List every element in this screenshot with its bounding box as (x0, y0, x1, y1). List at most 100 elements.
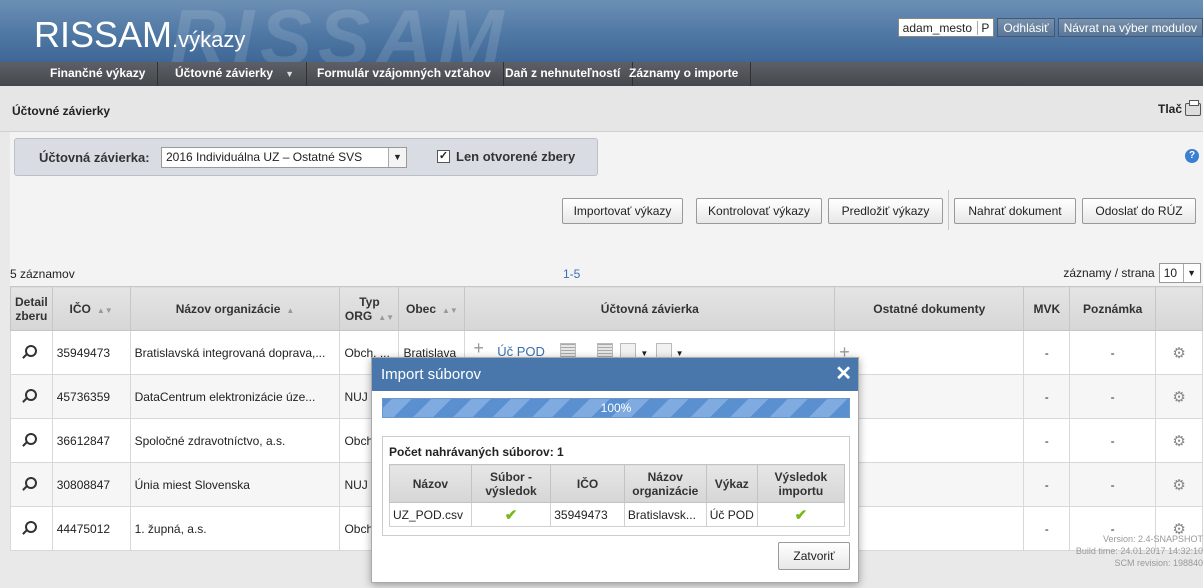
tab-label: Finančné výkazy (50, 66, 146, 80)
chevron-down-icon[interactable]: ▼ (388, 148, 406, 167)
col-mvk: MVK (1023, 286, 1071, 331)
tab-formular-vztahov[interactable]: Formulár vzájomných vzťahov (305, 62, 504, 86)
chevron-down-icon[interactable]: ▼ (285, 63, 294, 85)
uz-select[interactable]: 2016 Individuálna UZ – Ostatné SVS ▼ (161, 147, 407, 168)
col-import-result: Výsledok importu (756, 464, 846, 503)
import-button[interactable]: Importovať výkazy (562, 198, 683, 224)
checkmark-icon: ✔ (504, 506, 518, 524)
open-only-checkbox[interactable]: ✓ Len otvorené zbery (437, 149, 575, 164)
ico-cell: 44475012 (51, 506, 131, 551)
tab-label: Záznamy o importe (629, 66, 739, 80)
upload-document-button[interactable]: Nahrať dokument (954, 198, 1076, 224)
col-type[interactable]: Typ ORG ▲▼ (339, 286, 400, 331)
col-other-docs: Ostatné dokumenty (834, 286, 1025, 331)
col-file-name: Názov (389, 464, 472, 503)
ico-cell: 35949473 (51, 330, 131, 375)
org-name-cell: Bratislavsk... (623, 502, 707, 527)
ico-cell: 45736359 (51, 374, 131, 419)
sort-icon[interactable]: ▲▼ (378, 313, 394, 322)
user-area: adam_mesto P Odhlásiť Návrat na výber mo… (897, 18, 1203, 37)
other-docs-cell: + (834, 418, 1025, 463)
print-button[interactable]: Tlač (1158, 99, 1201, 116)
ico-cell: 30808847 (51, 462, 131, 507)
detail-cell[interactable] (10, 330, 53, 375)
name-cell: Bratislavská integrovaná doprava,... (129, 330, 341, 375)
scm-revision-line: SCM revision: 198840 (1114, 558, 1203, 568)
gear-icon[interactable]: ⚙ (1172, 389, 1185, 406)
sort-asc-icon[interactable]: ▲ (286, 306, 294, 315)
col-type-label: Typ ORG (344, 294, 380, 323)
filter-bar: Účtovná závierka: 2016 Individuálna UZ –… (14, 138, 598, 176)
tab-zaznamy-o-importe[interactable]: Záznamy o importe (617, 62, 752, 86)
actions-cell[interactable]: ⚙ (1155, 330, 1203, 375)
gear-icon[interactable]: ⚙ (1172, 477, 1185, 494)
import-results-box: Počet nahrávaných súborov: 1 Názov Súbor… (382, 436, 850, 536)
tab-financne-vykazy[interactable]: Finančné výkazy (38, 62, 159, 86)
actions-cell[interactable]: ⚙ (1155, 462, 1203, 507)
col-report: Výkaz (705, 464, 758, 503)
per-page-label: záznamy / strana (1063, 266, 1155, 280)
search-icon[interactable] (25, 433, 38, 445)
gear-icon[interactable]: ⚙ (1172, 345, 1185, 362)
actions-cell[interactable]: ⚙ (1155, 418, 1203, 463)
checkbox-icon[interactable]: ✓ (437, 150, 450, 163)
dialog-title: Import súborov (381, 366, 482, 383)
logo-main: RISSAM (34, 14, 173, 55)
record-count: 5 záznamov (10, 267, 75, 281)
gear-icon[interactable]: ⚙ (1172, 433, 1185, 450)
table-row: UZ_POD.csv ✔ 35949473 Bratislavsk... Úč … (389, 502, 846, 527)
col-city-label: Obec (406, 301, 437, 316)
actions-cell[interactable]: ⚙ (1155, 374, 1203, 419)
tab-label: Účtovné závierky (175, 66, 274, 80)
checkbox-label: Len otvorené zbery (456, 149, 576, 164)
progress-label: 100% (600, 401, 632, 415)
tab-dan-z-nehnutelnosti[interactable]: Daň z nehnuteľností (493, 62, 634, 86)
chevron-down-icon[interactable]: ▼ (1183, 264, 1196, 282)
search-icon[interactable] (25, 477, 38, 489)
pagination[interactable]: 1-5 (563, 267, 580, 281)
mvk-cell: - (1023, 506, 1071, 551)
note-cell: - (1069, 374, 1157, 419)
logout-button[interactable]: Odhlásiť (997, 18, 1055, 37)
listing-bar: 5 záznamov 1-5 záznamy / strana 10 ▼ (10, 262, 1203, 286)
sort-icon[interactable]: ▲▼ (97, 306, 113, 315)
mvk-cell: - (1023, 330, 1071, 375)
detail-cell[interactable] (10, 418, 53, 463)
col-file-result: Súbor - výsledok (470, 464, 552, 503)
detail-cell[interactable] (10, 506, 53, 551)
note-cell: - (1069, 462, 1157, 507)
send-to-ruz-button[interactable]: Odoslať do RÚZ (1082, 198, 1196, 224)
name-cell: Únia miest Slovenska (129, 462, 341, 507)
sort-icon[interactable]: ▲▼ (442, 306, 458, 315)
col-city[interactable]: Obec ▲▼ (398, 286, 466, 331)
name-cell: Spoločné zdravotníctvo, a.s. (129, 418, 341, 463)
col-name[interactable]: Názov organizácie ▲ (129, 286, 341, 331)
detail-cell[interactable] (10, 462, 53, 507)
search-icon[interactable] (25, 345, 38, 357)
close-dialog-button[interactable]: Zatvoriť (778, 542, 850, 570)
username: adam_mesto (902, 21, 973, 35)
other-docs-cell: + (834, 374, 1025, 419)
uz-select-value: 2016 Individuálna UZ – Ostatné SVS (166, 150, 363, 164)
tab-uctovne-zavierky[interactable]: Účtovné závierky ▼ (163, 62, 307, 86)
tab-label: Formulár vzájomných vzťahov (317, 66, 491, 80)
search-icon[interactable] (25, 389, 38, 401)
progress-bar: 100% (382, 398, 850, 418)
search-icon[interactable] (25, 521, 38, 533)
action-toolbar: Importovať výkazy Kontrolovať výkazy Pre… (10, 190, 1203, 260)
detail-cell[interactable] (10, 374, 53, 419)
per-page-select[interactable]: 10 ▼ (1158, 263, 1201, 283)
back-to-modules-button[interactable]: Návrat na výber modulov (1057, 18, 1203, 37)
logo-sub: .výkazy (172, 27, 246, 52)
col-ico[interactable]: IČO ▲▼ (51, 286, 131, 331)
other-docs-cell: + (834, 330, 1025, 375)
help-icon[interactable]: ? (1185, 149, 1199, 163)
printer-icon[interactable] (1185, 99, 1201, 116)
close-icon[interactable]: ✕ (835, 358, 852, 391)
file-name-cell: UZ_POD.csv (389, 502, 472, 527)
tab-label: Daň z nehnuteľností (505, 66, 621, 80)
col-uz: Účtovná závierka (464, 286, 836, 331)
validate-button[interactable]: Kontrolovať výkazy (696, 198, 822, 224)
submit-button[interactable]: Predložiť výkazy (828, 198, 943, 224)
file-result-cell: ✔ (470, 502, 552, 527)
